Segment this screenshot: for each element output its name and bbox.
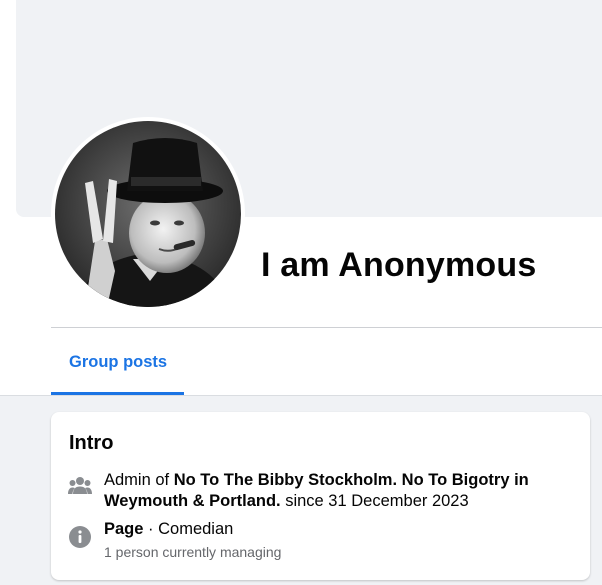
tab-group-posts[interactable]: Group posts [51, 328, 184, 395]
page-label: Page [104, 520, 144, 538]
profile-header: I am Anonymous Group posts [0, 0, 602, 395]
intro-card: Intro Admin of No To The Bibby Stockholm… [51, 412, 590, 580]
page-category: Page · Comedian [104, 520, 233, 539]
admin-of-text: Admin of No To The Bibby Stockholm. No T… [104, 470, 574, 512]
page-category-value: Comedian [158, 520, 234, 538]
page-separator: · [143, 520, 159, 538]
section-divider [0, 395, 602, 396]
group-icon [68, 477, 92, 494]
intro-title: Intro [69, 432, 114, 454]
admin-since: since 31 December 2023 [280, 492, 469, 510]
profile-name: I am Anonymous [261, 246, 537, 284]
info-icon [69, 526, 91, 548]
admin-prefix: Admin of [104, 471, 174, 489]
avatar-image [55, 121, 241, 307]
avatar[interactable] [55, 121, 241, 307]
managing-info: 1 person currently managing [104, 544, 282, 560]
tab-label: Group posts [69, 353, 168, 371]
